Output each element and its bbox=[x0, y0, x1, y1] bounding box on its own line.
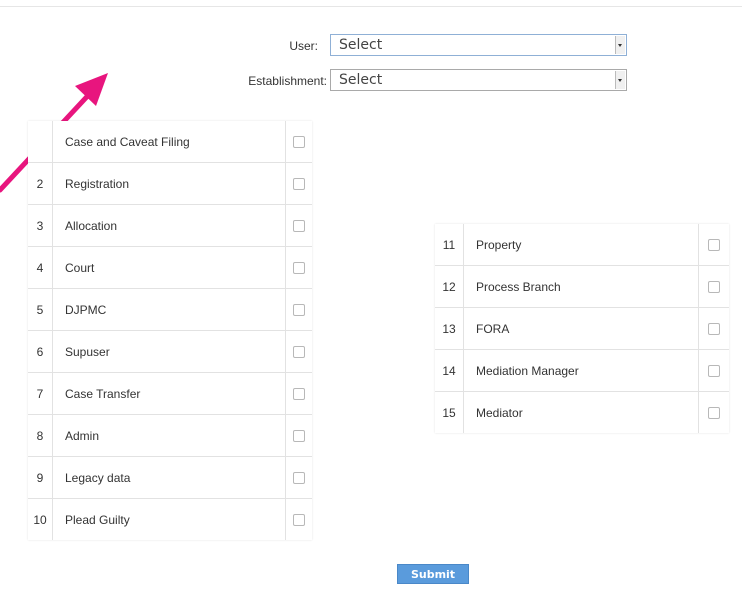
role-checkbox[interactable] bbox=[293, 304, 305, 317]
row-number: 7 bbox=[28, 372, 53, 415]
row-number: 10 bbox=[28, 498, 53, 540]
role-checkbox[interactable] bbox=[293, 262, 305, 275]
table-row: 5 DJPMC bbox=[28, 288, 312, 331]
role-checkbox[interactable] bbox=[708, 407, 720, 420]
table-row: 7 Case Transfer bbox=[28, 372, 312, 415]
row-number: 13 bbox=[435, 307, 464, 350]
table-row: 6 Supuser bbox=[28, 330, 312, 373]
role-name: Legacy data bbox=[52, 456, 286, 499]
role-checkbox[interactable] bbox=[708, 323, 720, 336]
role-checkbox[interactable] bbox=[293, 136, 305, 149]
role-checkbox[interactable] bbox=[293, 388, 305, 401]
role-name: Mediation Manager bbox=[463, 349, 699, 392]
row-number: 8 bbox=[28, 414, 53, 457]
chevron-down-icon[interactable] bbox=[615, 71, 625, 89]
user-select[interactable]: Select bbox=[330, 34, 627, 56]
role-checkbox[interactable] bbox=[293, 346, 305, 359]
table-row: 8 Admin bbox=[28, 414, 312, 457]
table-row: 15 Mediator bbox=[435, 391, 729, 433]
role-checkbox[interactable] bbox=[293, 178, 305, 191]
role-checkbox[interactable] bbox=[293, 430, 305, 443]
table-row: 13 FORA bbox=[435, 307, 729, 350]
role-checkbox[interactable] bbox=[293, 514, 305, 527]
table-row: 12 Process Branch bbox=[435, 265, 729, 308]
row-number: 2 bbox=[28, 162, 53, 205]
roles-table-right: 11 Property 12 Process Branch 13 FORA 14… bbox=[435, 224, 729, 433]
row-number bbox=[28, 121, 53, 163]
table-row: 11 Property bbox=[435, 224, 729, 266]
table-row: 3 Allocation bbox=[28, 204, 312, 247]
table-row: Case and Caveat Filing bbox=[28, 121, 312, 163]
establishment-select-value: Select bbox=[339, 72, 383, 88]
chevron-down-icon[interactable] bbox=[615, 36, 625, 54]
role-name: Registration bbox=[52, 162, 286, 205]
role-name: Court bbox=[52, 246, 286, 289]
row-number: 15 bbox=[435, 391, 464, 433]
role-name: Plead Guilty bbox=[52, 498, 286, 540]
table-row: 2 Registration bbox=[28, 162, 312, 205]
role-name: Supuser bbox=[52, 330, 286, 373]
table-row: 10 Plead Guilty bbox=[28, 498, 312, 540]
submit-button[interactable]: Submit bbox=[397, 564, 469, 584]
user-label: User: bbox=[289, 39, 318, 53]
row-number: 3 bbox=[28, 204, 53, 247]
role-checkbox[interactable] bbox=[708, 239, 720, 252]
roles-table-left: Case and Caveat Filing 2 Registration 3 … bbox=[28, 121, 312, 540]
role-name: FORA bbox=[463, 307, 699, 350]
user-select-value: Select bbox=[339, 37, 383, 53]
role-name: Admin bbox=[52, 414, 286, 457]
row-number: 9 bbox=[28, 456, 53, 499]
role-name: Property bbox=[463, 224, 699, 266]
role-name: Process Branch bbox=[463, 265, 699, 308]
row-number: 6 bbox=[28, 330, 53, 373]
role-name: DJPMC bbox=[52, 288, 286, 331]
table-row: 4 Court bbox=[28, 246, 312, 289]
table-row: 9 Legacy data bbox=[28, 456, 312, 499]
row-number: 12 bbox=[435, 265, 464, 308]
role-checkbox[interactable] bbox=[293, 472, 305, 485]
role-checkbox[interactable] bbox=[293, 220, 305, 233]
role-name: Case Transfer bbox=[52, 372, 286, 415]
role-checkbox[interactable] bbox=[708, 281, 720, 294]
role-name: Case and Caveat Filing bbox=[52, 121, 286, 163]
establishment-label: Establishment: bbox=[248, 74, 327, 88]
row-number: 4 bbox=[28, 246, 53, 289]
row-number: 5 bbox=[28, 288, 53, 331]
table-row: 14 Mediation Manager bbox=[435, 349, 729, 392]
row-number: 14 bbox=[435, 349, 464, 392]
establishment-select[interactable]: Select bbox=[330, 69, 627, 91]
role-name: Mediator bbox=[463, 391, 699, 433]
role-checkbox[interactable] bbox=[708, 365, 720, 378]
role-name: Allocation bbox=[52, 204, 286, 247]
row-number: 11 bbox=[435, 224, 464, 266]
